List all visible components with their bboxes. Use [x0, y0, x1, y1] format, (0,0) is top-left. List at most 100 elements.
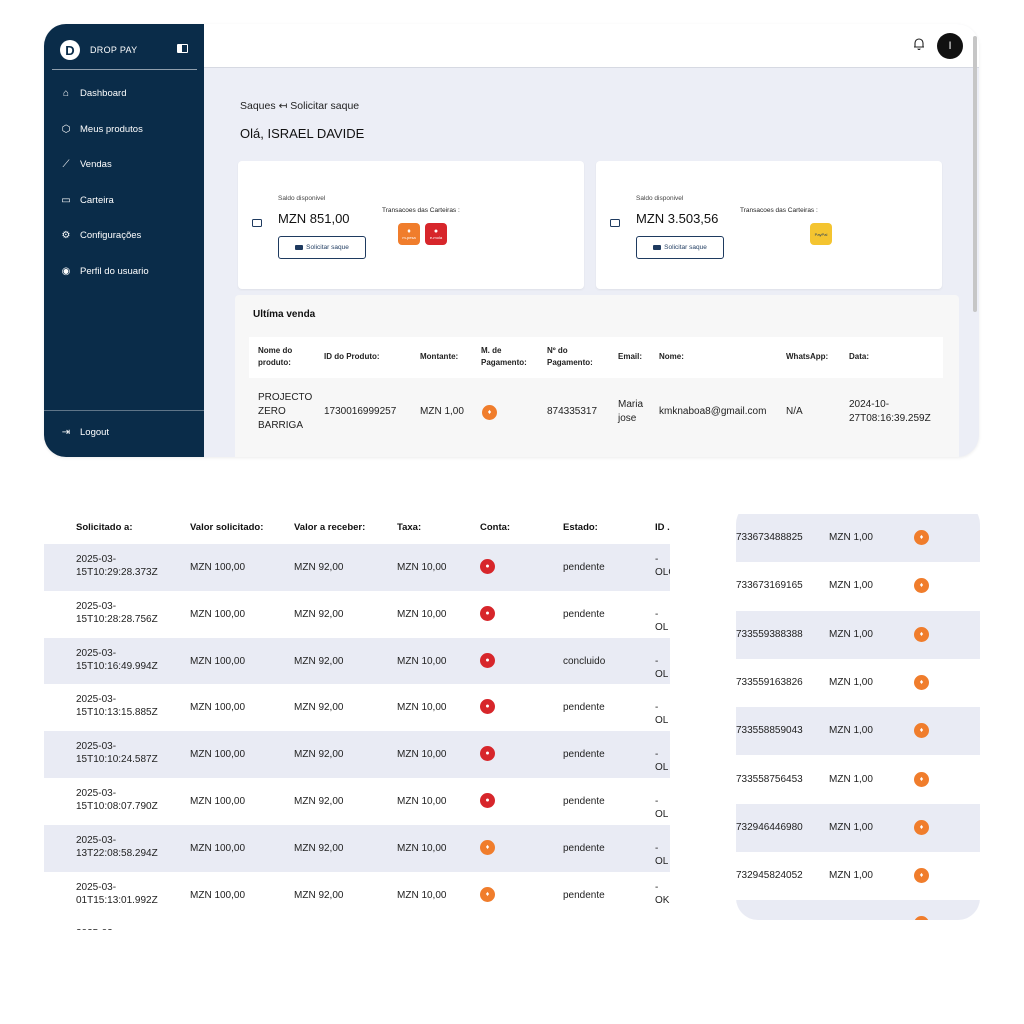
table-row[interactable]: 733673169165 MZN 1,00 ♦: [736, 562, 980, 611]
withdrawal-id: -OKI: [655, 881, 670, 906]
requested-value: MZN 100,00: [190, 749, 246, 761]
divider: [44, 410, 204, 411]
requested-date: 2025-03- 15T10:13:15.885Z: [76, 694, 158, 719]
table-row[interactable]: 732945824052 MZN 1,00 ♦: [736, 852, 980, 901]
mpesa-icon: ♦: [914, 674, 929, 690]
table-row[interactable]: 733559388388 MZN 1,00 ♦: [736, 610, 980, 659]
wallet-icon: [252, 219, 262, 227]
table-row[interactable]: 2025-03- 15T10:13:15.885Z MZN 100,00 MZN 92…: [44, 684, 670, 732]
sidebar-item-meus-produtos[interactable]: ⬡ Meus produtos: [44, 112, 204, 148]
logout-icon: ⇥: [61, 427, 71, 438]
table-row[interactable]: 2025-03- 13T22:08:58.294Z MZN 100,00 MZN 92…: [44, 824, 670, 872]
mpesa-icon: ♦: [914, 578, 929, 594]
emola-icon: ●: [480, 699, 495, 715]
payment-amount: MZN 1,00: [829, 532, 873, 543]
mpesa-icon: ♦: [914, 530, 929, 545]
payment-amount: MZN 1,00: [829, 628, 873, 640]
receive-value: MZN 92,00: [294, 889, 344, 901]
payments-table: 733673488825 MZN 1,00 ♦ 733673169165 MZN 1,0…: [736, 502, 980, 920]
requested-value: MZN 100,00: [190, 562, 246, 573]
column-header: ID .: [655, 522, 670, 533]
sidebar-nav: ⌂ Dashboard ⬡ Meus produtos ⟋ Vendas ▭ C…: [44, 76, 204, 289]
payment-id: 733559388388: [736, 628, 803, 640]
breadcrumb-current: Solicitar saque: [290, 100, 360, 112]
column-header: ID do Produto:: [324, 352, 380, 361]
logout-button[interactable]: ⇥ Logout: [59, 427, 109, 438]
mpesa-icon: ♦: [914, 819, 929, 835]
sidebar-item-perfil[interactable]: ◉ Perfil do usuario: [44, 254, 204, 290]
customer-name: Maria jose: [618, 399, 644, 424]
balance-label: Saldo disponivel: [278, 195, 326, 202]
emola-icon: ●: [480, 793, 495, 808]
table-row[interactable]: 733673488825 MZN 1,00 ♦: [736, 514, 980, 563]
requested-date: 2025-03- 15T10:28:28.756Z: [76, 600, 158, 625]
column-header: Conta:: [480, 522, 511, 533]
sidebar-collapse-icon[interactable]: [177, 44, 188, 53]
brand[interactable]: D DROP PAY: [60, 38, 137, 62]
wallet-icon: [610, 219, 620, 227]
request-withdrawal-button[interactable]: Solicitar saque: [636, 236, 724, 259]
table-row[interactable]: 2025-03- 15T10:08:07.790Z MZN 100,00 MZN 92…: [44, 778, 670, 825]
table-header: Solicitado a: Valor solicitado: Valor a …: [44, 512, 670, 544]
status-badge: pendente: [563, 796, 605, 807]
column-header: Email:: [618, 352, 643, 361]
bell-icon[interactable]: [912, 37, 926, 51]
logout-label: Logout: [80, 427, 110, 438]
fee-value: MZN 10,00: [397, 842, 447, 854]
requested-date: 2025-03- 01T15:13:01.992Z: [76, 881, 158, 906]
withdrawal-id: -OL: [655, 608, 669, 633]
status-badge: pendente: [563, 749, 605, 761]
withdrawal-id: -OL: [655, 842, 669, 867]
withdrawal-id: -OL: [655, 796, 669, 820]
button-label: Solicitar saque: [664, 244, 707, 251]
sidebar-item-configuracoes[interactable]: ⚙ Configurações: [44, 218, 204, 254]
table-row[interactable]: 733558756453 MZN 1,00 ♦: [736, 755, 980, 804]
scrollbar[interactable]: [973, 36, 977, 312]
table-row[interactable]: 2025-03- 15T10:16:49.994Z MZN 100,00 MZN 92…: [44, 637, 670, 685]
status-badge: pendente: [563, 889, 605, 901]
fee-value: MZN 10,00: [397, 702, 447, 714]
requested-value: MZN 100,00: [190, 702, 246, 714]
table-row[interactable]: 733558859043 MZN 1,00 ♦: [736, 707, 980, 756]
receive-value: MZN 92,00: [294, 655, 344, 667]
table-row[interactable]: ♦: [736, 900, 980, 920]
column-header: M. de Pagamento:: [481, 346, 527, 367]
withdrawal-id: -OL: [655, 702, 669, 727]
requested-value: MZN 100,00: [190, 842, 246, 854]
requested-value: MZN 100,00: [190, 889, 246, 901]
table-row[interactable]: 2025-03- 15T10:28:28.756Z MZN 100,00 MZN 92…: [44, 590, 670, 638]
avatar[interactable]: I: [937, 33, 963, 59]
table-row[interactable]: 2025-02-: [44, 918, 670, 930]
sidebar-item-dashboard[interactable]: ⌂ Dashboard: [44, 76, 204, 112]
mpesa-icon: ♦: [914, 723, 929, 739]
mpesa-icon: ♦: [480, 886, 495, 902]
table-header: Nome do produto: ID do Produto: Montante:…: [249, 337, 943, 378]
payment-id: 733673169165: [736, 580, 803, 592]
sidebar-item-label: Vendas: [80, 159, 112, 171]
sidebar-item-vendas[interactable]: ⟋ Vendas: [44, 147, 204, 183]
requested-date: 2025-03- 15T10:16:49.994Z: [76, 647, 158, 672]
withdrawal-id: -OL: [655, 749, 669, 774]
column-header: Taxa:: [397, 522, 422, 533]
payment-amount: MZN 1,00: [829, 676, 873, 688]
breadcrumb-parent[interactable]: Saques: [240, 100, 276, 112]
sidebar-item-carteira[interactable]: ▭ Carteira: [44, 183, 204, 219]
table-row[interactable]: 732946446980 MZN 1,00 ♦: [736, 803, 980, 853]
fee-value: MZN 10,00: [397, 562, 447, 573]
fee-value: MZN 10,00: [397, 796, 447, 807]
receive-value: MZN 92,00: [294, 562, 344, 573]
payment-id: 733558859043: [736, 725, 803, 737]
column-header: Solicitado a:: [76, 522, 133, 533]
payment-id: 732946446980: [736, 821, 803, 833]
request-withdrawal-button[interactable]: Solicitar saque: [278, 236, 366, 259]
withdrawal-id: -OL: [655, 655, 669, 680]
payment-id: 733559163826: [736, 676, 803, 688]
sidebar: D DROP PAY ⌂ Dashboard ⬡ Meus produtos ⟋…: [44, 24, 204, 457]
table-row[interactable]: 733559163826 MZN 1,00 ♦: [736, 658, 980, 708]
mpesa-icon: ♦: [480, 839, 495, 855]
table-row[interactable]: 2025-03- 15T10:29:28.373Z MZN 100,00 MZN 92…: [44, 544, 670, 591]
column-header: Nome:: [659, 352, 684, 361]
table-row[interactable]: 2025-03- 15T10:10:24.587Z MZN 100,00 MZN 92…: [44, 731, 670, 778]
balance-amount: MZN 3.503,56: [636, 211, 719, 226]
table-row[interactable]: 2025-03- 01T15:13:01.992Z MZN 100,00 MZN 92…: [44, 871, 670, 919]
